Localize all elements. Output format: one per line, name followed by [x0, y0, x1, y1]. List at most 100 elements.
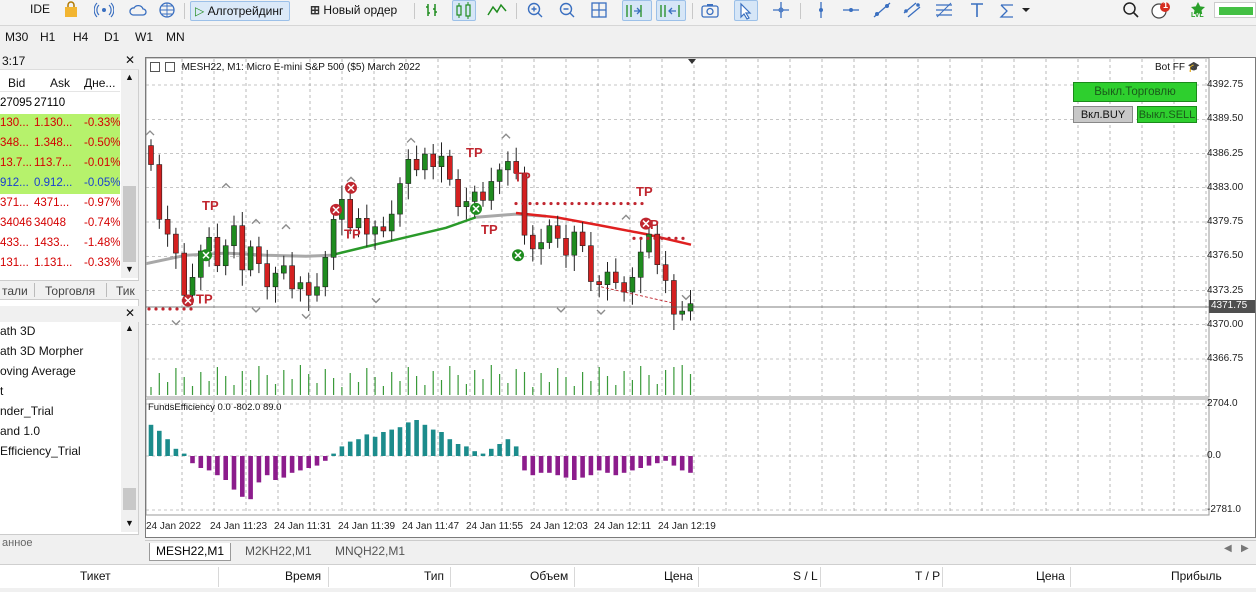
navigator-item[interactable]: ath 3D: [0, 324, 35, 338]
column-bid[interactable]: Bid: [8, 76, 25, 90]
volume-bar: [200, 372, 202, 395]
line-chart-icon[interactable]: [486, 1, 507, 19]
vertical-line-icon[interactable]: [812, 1, 830, 19]
grid-icon[interactable]: [590, 1, 608, 19]
channel-icon[interactable]: [902, 1, 921, 19]
quotes-scrollbar[interactable]: ▲ ▼: [121, 70, 138, 278]
bar-chart-icon[interactable]: [424, 1, 442, 19]
chart-menu-icon[interactable]: [150, 62, 160, 73]
column-daily-change[interactable]: Дне...: [84, 76, 115, 90]
chart-tab-mnqh22[interactable]: MNQH22,M1: [329, 543, 411, 561]
chart-trade-icon[interactable]: [164, 62, 175, 73]
ide-button[interactable]: IDE: [30, 1, 50, 17]
quote-row[interactable]: 13.7... 113.7... -0.01%: [0, 154, 120, 174]
navigator-item[interactable]: nder_Trial: [0, 404, 54, 418]
col-type[interactable]: Тип: [424, 569, 444, 583]
timeframe-d1[interactable]: D1: [104, 30, 119, 44]
quote-row[interactable]: 912... 0.912... -0.05%: [0, 174, 120, 194]
navigator-scrollbar[interactable]: ▲ ▼: [121, 322, 138, 532]
chart-window[interactable]: TPTPTPTPTPTPTPTP MESH22, M1: Micro E-min…: [145, 57, 1256, 538]
quote-row[interactable]: 348... 1.348... -0.50%: [0, 134, 120, 154]
volume-bar: [333, 378, 335, 395]
quote-row[interactable]: 131... 1.131... -0.33%: [0, 254, 120, 274]
navigator-item[interactable]: Efficiency_Trial: [0, 444, 81, 458]
fractal-down-arrow: [556, 307, 566, 313]
new-order-button[interactable]: ⊞ Новый ордер: [306, 1, 403, 21]
scroll-thumb[interactable]: [123, 488, 136, 510]
signal-icon[interactable]: [93, 1, 115, 19]
timeframe-h1[interactable]: H1: [40, 30, 55, 44]
notifications-icon[interactable]: 1: [1150, 0, 1170, 19]
timeframe-mn[interactable]: MN: [166, 30, 185, 44]
col-ticket[interactable]: Тикет: [80, 569, 111, 583]
tab-details[interactable]: тали: [2, 284, 28, 298]
horizontal-line-icon[interactable]: [842, 1, 860, 19]
histogram-bar: [547, 456, 552, 473]
col-time[interactable]: Время: [285, 569, 321, 583]
tp-level-dot: [577, 201, 581, 206]
tab-ticks[interactable]: Тик: [116, 284, 135, 298]
col-volume[interactable]: Объем: [530, 569, 568, 583]
quote-bid: 912...: [0, 177, 29, 189]
chart-shift-button[interactable]: [656, 0, 686, 21]
histogram-bar: [580, 456, 585, 478]
enable-buy-button[interactable]: Вкл.BUY: [1073, 106, 1133, 123]
col-profit[interactable]: Прибыль: [1171, 569, 1222, 583]
col-sl[interactable]: S / L: [793, 569, 818, 583]
close-icon[interactable]: ✕: [125, 306, 135, 320]
navigator-footer-label[interactable]: анное: [2, 537, 33, 549]
navigator-item[interactable]: ath 3D Morpher: [0, 344, 83, 358]
algo-trading-button[interactable]: ▷ Алготрейдинг: [190, 1, 291, 21]
globe-icon[interactable]: [158, 1, 176, 19]
quote-change: -0.74%: [84, 217, 121, 229]
zoom-out-icon[interactable]: [558, 1, 576, 19]
shopping-bag-icon[interactable]: [62, 1, 80, 19]
cloud-icon[interactable]: [128, 1, 147, 19]
chart-canvas[interactable]: TPTPTPTPTPTPTPTP: [146, 58, 1255, 537]
col-current-price[interactable]: Цена: [1036, 569, 1065, 583]
scroll-thumb[interactable]: [123, 186, 136, 262]
quote-row[interactable]: 27095 27110: [0, 94, 120, 114]
candlestick-chart-button[interactable]: [452, 0, 476, 21]
navigator-item[interactable]: t: [0, 384, 3, 398]
quote-row[interactable]: 34046 34048 -0.74%: [0, 214, 120, 234]
crosshair-icon[interactable]: [772, 1, 790, 19]
trendline-icon[interactable]: [872, 1, 891, 19]
indicator-tick-label: 2704.0: [1207, 398, 1238, 409]
tab-trading[interactable]: Торговля: [45, 284, 95, 298]
cursor-button[interactable]: [734, 0, 758, 21]
timeframe-h4[interactable]: H4: [73, 30, 88, 44]
tp-level-dot: [667, 236, 671, 240]
scroll-up-icon[interactable]: ▲: [125, 72, 134, 82]
lvl-icon[interactable]: LVL: [1188, 0, 1208, 22]
close-icon[interactable]: ✕: [125, 53, 135, 67]
scroll-down-icon[interactable]: ▼: [125, 264, 134, 274]
camera-icon[interactable]: [700, 1, 719, 19]
tabs-scroll-left-icon[interactable]: ◀: [1224, 543, 1232, 554]
col-price[interactable]: Цена: [664, 569, 693, 583]
fibonacci-icon[interactable]: [934, 1, 952, 19]
text-tool-icon[interactable]: [968, 1, 986, 19]
timeframe-w1[interactable]: W1: [135, 30, 153, 44]
search-icon[interactable]: [1122, 1, 1140, 19]
disable-trading-button[interactable]: Выкл.Торговлю: [1073, 82, 1197, 102]
timeframe-m30[interactable]: M30: [5, 30, 28, 44]
quote-row[interactable]: 433... 1433... -1.48%: [0, 234, 120, 254]
quote-row[interactable]: 371... 4371... -0.97%: [0, 194, 120, 214]
disable-sell-button[interactable]: Выкл.SELL: [1137, 106, 1197, 123]
column-ask[interactable]: Ask: [50, 76, 70, 90]
scroll-down-icon[interactable]: ▼: [125, 518, 134, 528]
navigator-item[interactable]: oving Average: [0, 364, 76, 378]
scroll-up-icon[interactable]: ▲: [125, 323, 134, 333]
col-tp[interactable]: T / P: [915, 569, 940, 583]
autoscroll-button[interactable]: [622, 0, 652, 21]
chart-tab-mesh22[interactable]: MESH22,M1: [149, 543, 232, 561]
quote-row[interactable]: 130... 1.130... -0.33%: [0, 114, 120, 134]
navigator-item[interactable]: and 1.0: [0, 424, 40, 438]
chart-tab-m2kh22[interactable]: M2KH22,M1: [239, 543, 318, 561]
account-indicator[interactable]: [1214, 2, 1256, 18]
histogram-bar: [148, 424, 154, 456]
zoom-in-icon[interactable]: [526, 1, 544, 19]
tabs-scroll-right-icon[interactable]: ▶: [1241, 543, 1249, 554]
shapes-dropdown-icon[interactable]: [998, 1, 1030, 19]
